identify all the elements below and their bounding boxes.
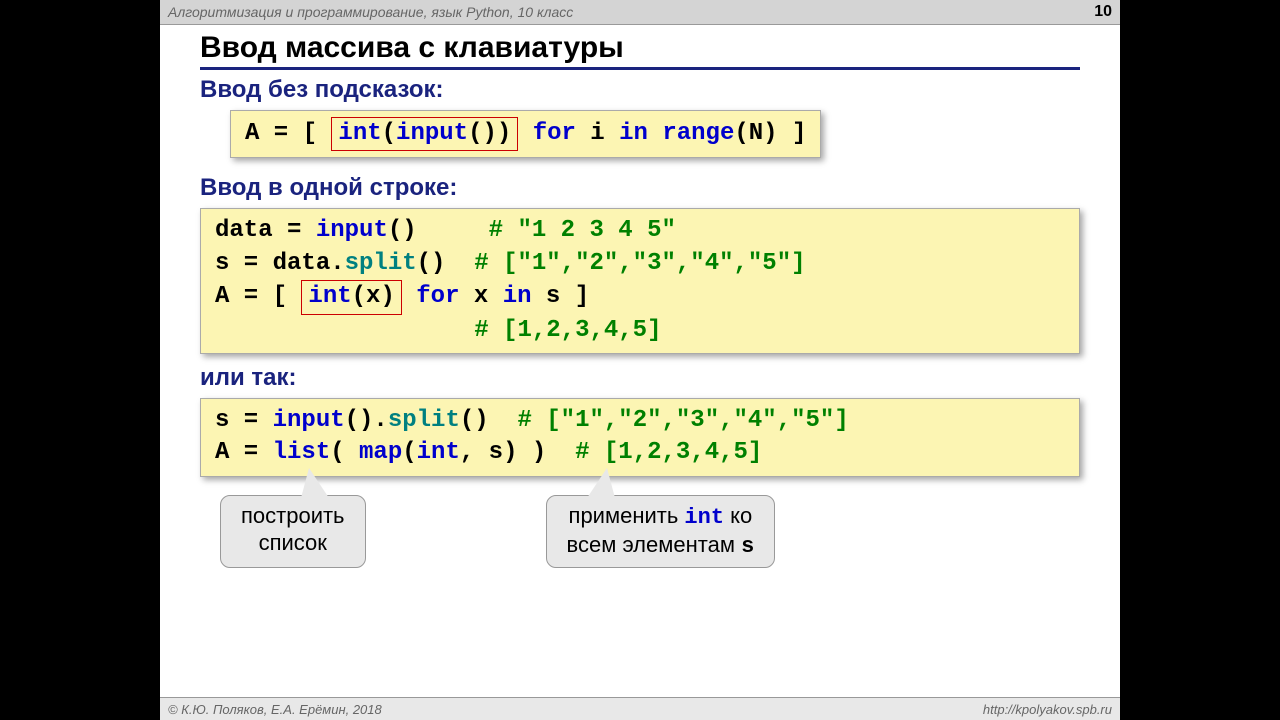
page-title: Ввод массива с клавиатуры [200,31,1080,70]
section1-heading: Ввод без подсказок: [200,76,1080,104]
callout-build-list: построить список [220,495,366,568]
highlight-box: int(input()) [331,117,518,151]
header-bar: Алгоритмизация и программирование, язык … [160,0,1120,25]
content: Ввод массива с клавиатуры Ввод без подск… [160,25,1120,568]
section2-heading: Ввод в одной строке: [200,174,1080,202]
highlight-box: int(x) [301,280,401,314]
slide: Алгоритмизация и программирование, язык … [160,0,1120,720]
page-number: 10 [1094,3,1112,21]
code-block-3: s = input().split() # ["1","2","3","4","… [200,398,1080,477]
callout-apply-int: применить int ко всем элементам s [546,495,776,568]
section3-heading: или так: [200,364,1080,392]
breadcrumb: Алгоритмизация и программирование, язык … [168,4,573,20]
footer-url: http://kpolyakov.spb.ru [983,702,1112,717]
callout-row: построить список применить int ко всем э… [220,495,1080,568]
copyright: © К.Ю. Поляков, Е.А. Ерёмин, 2018 [168,702,382,717]
code-block-1: A = [ int(input()) for i in range(N) ] [230,110,821,158]
code-block-2: data = input() # "1 2 3 4 5" s = data.sp… [200,208,1080,354]
footer-bar: © К.Ю. Поляков, Е.А. Ерёмин, 2018 http:/… [160,697,1120,720]
